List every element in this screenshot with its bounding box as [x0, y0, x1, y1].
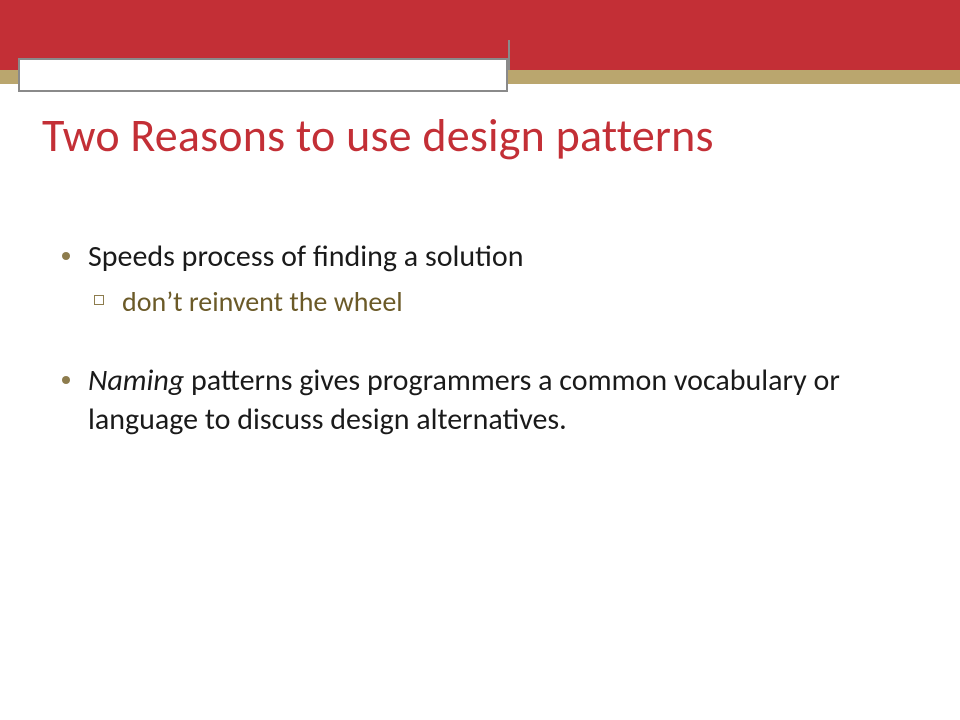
slide-body: Speeds process of finding a solution don… — [58, 238, 898, 481]
bullet-lead-italic: Naming — [88, 362, 184, 399]
bullet-item: Speeds process of finding a solution don… — [58, 238, 898, 320]
sub-bullet-item: don’t reinvent the wheel — [88, 284, 898, 320]
bullet-item: Naming patterns gives programmers a comm… — [58, 362, 898, 439]
bullet-text: Speeds process of finding a solution — [88, 238, 523, 275]
sub-bullet-text: don’t reinvent the wheel — [122, 284, 403, 319]
slide-title: Two Reasons to use design patterns — [42, 108, 922, 164]
header-white-notch — [18, 58, 508, 92]
slide: Two Reasons to use design patterns Speed… — [0, 0, 960, 720]
bullet-text-rest: patterns gives programmers a common voca… — [88, 362, 840, 437]
header-divider-line — [508, 40, 510, 70]
